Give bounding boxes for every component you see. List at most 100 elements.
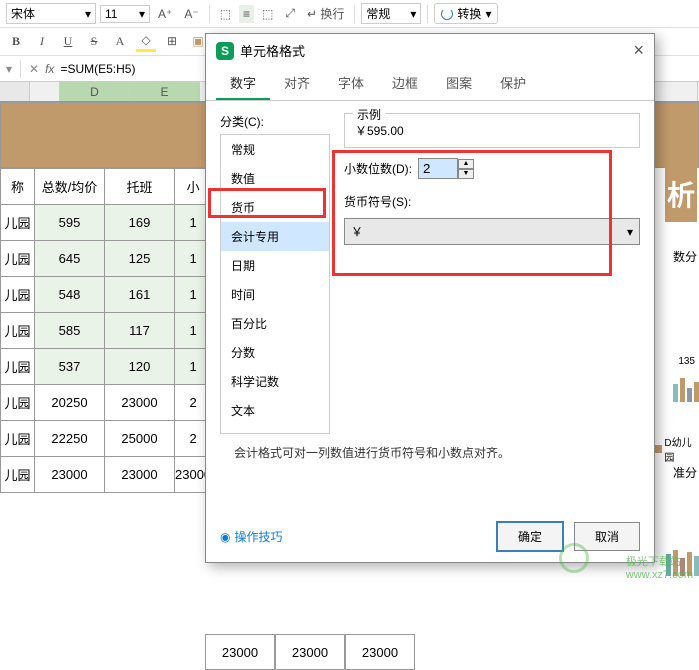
cell[interactable]: 儿园 — [1, 205, 35, 241]
close-icon[interactable]: × — [633, 40, 644, 61]
cell[interactable]: 125 — [105, 241, 175, 277]
font-color-button[interactable]: A — [110, 32, 130, 52]
number-format-select[interactable]: 常规 ▾ — [361, 3, 421, 24]
cell[interactable]: 儿园 — [1, 313, 35, 349]
spinner-up-icon[interactable]: ▲ — [458, 159, 474, 169]
cell[interactable]: 儿园 — [1, 241, 35, 277]
header-cell[interactable]: 称 — [1, 169, 35, 205]
category-item-fraction[interactable]: 分数 — [221, 338, 329, 367]
cell[interactable]: 25000 — [105, 421, 175, 457]
mini-bars — [666, 546, 699, 576]
cell[interactable]: 120 — [105, 349, 175, 385]
cell[interactable]: 585 — [35, 313, 105, 349]
cell[interactable]: 儿园 — [1, 349, 35, 385]
cell[interactable]: 161 — [105, 277, 175, 313]
cell[interactable]: 537 — [35, 349, 105, 385]
font-size-value: 11 — [105, 7, 117, 21]
name-box-dropdown-icon[interactable]: ▾ — [6, 62, 12, 76]
cell[interactable]: 23000 — [105, 385, 175, 421]
tab-pattern[interactable]: 图案 — [432, 67, 486, 100]
category-item-currency[interactable]: 货币 — [221, 193, 329, 222]
dialog-titlebar[interactable]: S 单元格格式 × — [206, 34, 654, 67]
table-row: 儿园5371201 — [1, 349, 212, 385]
cell[interactable]: 23000 — [275, 634, 345, 670]
cell[interactable]: 儿园 — [1, 385, 35, 421]
sample-value: ￥595.00 — [355, 122, 629, 139]
col-header-partial[interactable] — [30, 82, 60, 101]
cell[interactable]: 儿园 — [1, 277, 35, 313]
ok-button[interactable]: 确定 — [496, 521, 564, 552]
align-middle-icon[interactable]: ≡ — [239, 5, 254, 23]
table-row: 儿园230002300023000 — [1, 457, 212, 493]
increase-font-icon[interactable]: A⁺ — [154, 5, 176, 23]
header-cell[interactable]: 总数/均价 — [35, 169, 105, 205]
fx-icon[interactable]: fx — [45, 62, 54, 76]
tab-border[interactable]: 边框 — [378, 67, 432, 100]
category-item-general[interactable]: 常规 — [221, 135, 329, 164]
category-item-time[interactable]: 时间 — [221, 280, 329, 309]
tab-alignment[interactable]: 对齐 — [270, 67, 324, 100]
orientation-icon[interactable]: ⤢ — [281, 4, 299, 23]
currency-symbol-label: 货币符号(S): — [344, 193, 640, 210]
decimal-places-spinner[interactable]: ▲ ▼ — [418, 158, 474, 179]
spinner-down-icon[interactable]: ▼ — [458, 169, 474, 179]
tab-font[interactable]: 字体 — [324, 67, 378, 100]
select-all-corner[interactable] — [0, 82, 30, 101]
cell[interactable]: 23000 — [345, 634, 415, 670]
font-name-select[interactable]: 宋体 ▾ — [6, 3, 96, 24]
category-item-special[interactable]: 特殊 — [221, 425, 329, 434]
tips-link[interactable]: ◉ 操作技巧 — [220, 528, 283, 545]
category-item-percentage[interactable]: 百分比 — [221, 309, 329, 338]
convert-icon — [441, 8, 453, 20]
currency-value: ￥ — [351, 223, 363, 240]
cancel-formula-icon[interactable]: ✕ — [29, 62, 39, 76]
cell[interactable]: 儿园 — [1, 421, 35, 457]
category-item-text[interactable]: 文本 — [221, 396, 329, 425]
format-description: 会计格式可对一列数值进行货币符号和小数点对齐。 — [220, 444, 524, 461]
italic-button[interactable]: I — [32, 32, 52, 52]
cell[interactable]: 548 — [35, 277, 105, 313]
cell[interactable]: 595 — [35, 205, 105, 241]
wrap-text-button[interactable]: ↵ 换行 — [303, 3, 348, 24]
header-cell[interactable]: 托班 — [105, 169, 175, 205]
category-list[interactable]: 常规 数值 货币 会计专用 日期 时间 百分比 分数 科学记数 文本 特殊 自定… — [220, 134, 330, 434]
sample-label: 示例 — [353, 106, 385, 123]
cell[interactable]: 169 — [105, 205, 175, 241]
cell[interactable]: 645 — [35, 241, 105, 277]
cell[interactable]: 23000 — [205, 634, 275, 670]
cell[interactable]: 117 — [105, 313, 175, 349]
wrap-icon: ↵ — [307, 7, 317, 21]
cell[interactable]: 23000 — [105, 457, 175, 493]
align-top-icon[interactable]: ⬚ — [216, 5, 235, 23]
bold-button[interactable]: B — [6, 32, 26, 52]
decrease-font-icon[interactable]: A⁻ — [180, 5, 202, 23]
cell[interactable]: 22250 — [35, 421, 105, 457]
label-fragment: 准分 — [673, 464, 697, 481]
fill-color-button[interactable]: ◇ — [136, 32, 156, 52]
tab-number[interactable]: 数字 — [216, 67, 270, 100]
cell[interactable]: 23000 — [35, 457, 105, 493]
separator — [354, 5, 355, 23]
col-header-D[interactable]: D — [60, 82, 130, 101]
decimal-places-input[interactable] — [418, 158, 458, 179]
category-item-accounting[interactable]: 会计专用 — [221, 222, 329, 251]
col-header-E[interactable]: E — [130, 82, 200, 101]
border-button[interactable]: ⊞ — [162, 32, 182, 52]
align-bottom-icon[interactable]: ⬚ — [258, 5, 277, 23]
underline-button[interactable]: U — [58, 32, 78, 52]
font-size-select[interactable]: 11 ▾ — [100, 5, 150, 23]
chevron-down-icon: ▾ — [85, 7, 91, 21]
number-format-value: 常规 — [366, 5, 390, 22]
table-row: 儿园5951691 — [1, 205, 212, 241]
category-item-date[interactable]: 日期 — [221, 251, 329, 280]
bottom-cells: 23000 23000 23000 — [205, 634, 415, 670]
category-item-scientific[interactable]: 科学记数 — [221, 367, 329, 396]
cell[interactable]: 儿园 — [1, 457, 35, 493]
watermark-logo-icon — [559, 543, 589, 573]
currency-symbol-select[interactable]: ￥ ▾ — [344, 218, 640, 245]
convert-button[interactable]: 转换 ▾ — [434, 3, 498, 24]
strikethrough-button[interactable]: S — [84, 32, 104, 52]
category-item-number[interactable]: 数值 — [221, 164, 329, 193]
tab-protection[interactable]: 保护 — [486, 67, 540, 100]
cell[interactable]: 20250 — [35, 385, 105, 421]
